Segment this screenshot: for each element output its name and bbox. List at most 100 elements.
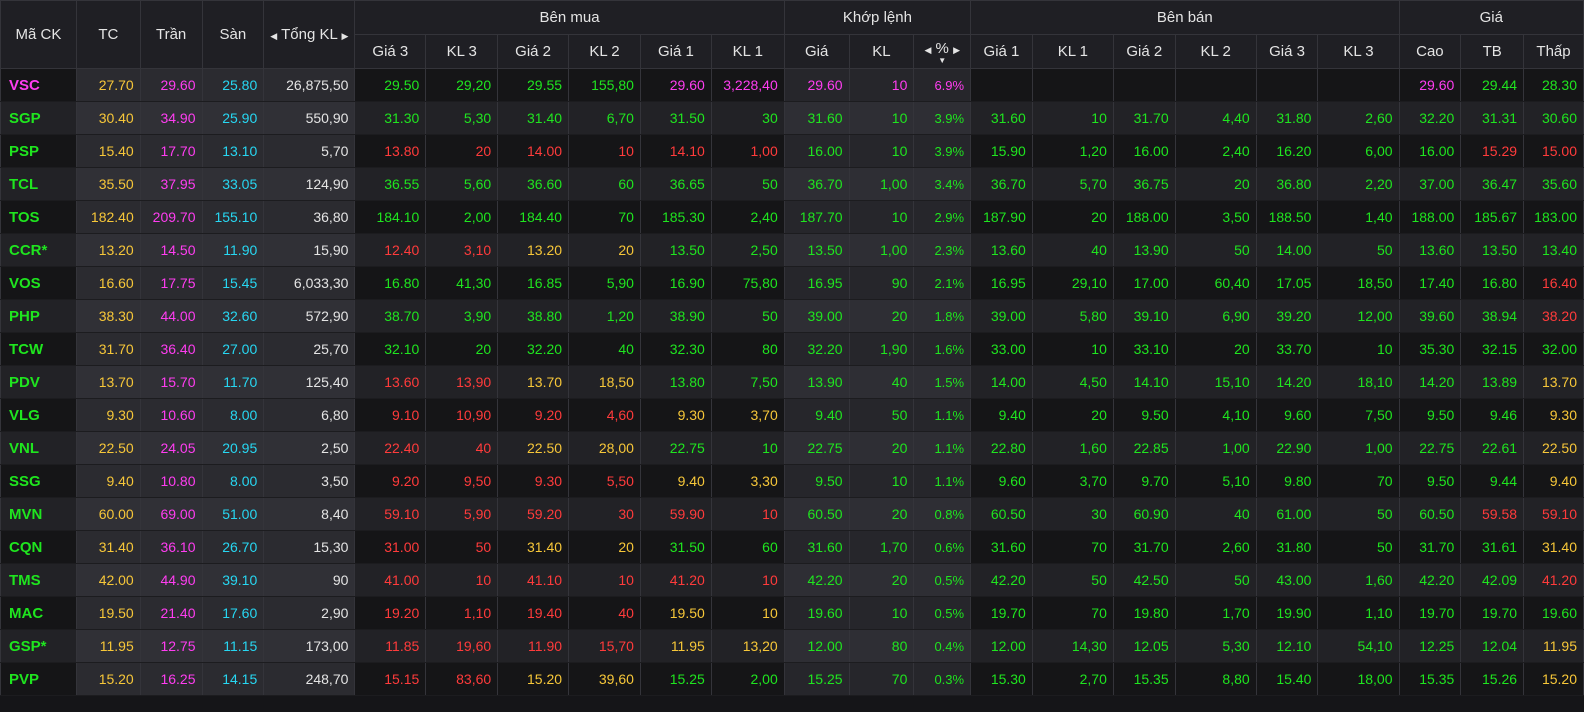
table-row[interactable]: CCR* 13.20 14.50 11.90 15,90 12.40 3,10 13.20 20… (0, 233, 1584, 267)
cell-buy-price2: 9.20 (497, 398, 570, 432)
price-board-table: Mã CK TC Trần Sàn ◀ Tổng KL ▶ Bên mua Kh… (0, 0, 1584, 696)
col-ceiling-header[interactable]: Trần (139, 0, 203, 69)
cell-symbol[interactable]: VOS (0, 266, 77, 300)
cell-ceiling: 12.75 (139, 629, 203, 663)
col-sell-vol3-header[interactable]: KL 3 (1317, 34, 1400, 69)
table-row[interactable]: PSP 15.40 17.70 13.10 5,70 13.80 20 14.00 10 14.1… (0, 134, 1584, 168)
table-row[interactable]: PDV 13.70 15.70 11.70 125,40 13.60 13,90 13.70 1… (0, 365, 1584, 399)
cell-buy-vol1: 2,40 (710, 200, 785, 234)
col-buy-price1-header[interactable]: Giá 1 (639, 34, 712, 69)
col-sell-price3-header[interactable]: Giá 3 (1255, 34, 1319, 69)
table-row[interactable]: PVP 15.20 16.25 14.15 248,70 15.15 83,60 15.20 3… (0, 662, 1584, 696)
col-floor-header[interactable]: Sàn (201, 0, 265, 69)
cell-match-vol: 1,70 (848, 530, 915, 564)
cell-symbol[interactable]: TCL (0, 167, 77, 201)
col-buy-vol3-header[interactable]: KL 3 (425, 34, 499, 69)
cell-avg: 12.04 (1460, 629, 1525, 663)
cell-symbol[interactable]: PHP (0, 299, 77, 333)
cell-symbol[interactable]: SSG (0, 464, 77, 498)
cell-buy-vol1: 30 (710, 101, 785, 135)
table-row[interactable]: VLG 9.30 10.60 8.00 6,80 9.10 10,90 9.20 4,60 9.3… (0, 398, 1584, 432)
cell-symbol[interactable]: CCR* (0, 233, 77, 267)
table-row[interactable]: TCW 31.70 36.40 27.00 25,70 32.10 20 32.20 40 32.… (0, 332, 1584, 366)
cell-sell-price2: 13.90 (1112, 233, 1176, 267)
col-match-pct-header[interactable]: ◀ % ▶ ▼ (913, 34, 972, 69)
col-sell-vol1-header[interactable]: KL 1 (1031, 34, 1114, 69)
col-match-price-header[interactable]: Giá (783, 34, 850, 69)
table-row[interactable]: TOS 182.40 209.70 155.10 36,80 184.10 2,00 184.… (0, 200, 1584, 234)
table-row[interactable]: MVN 60.00 69.00 51.00 8,40 59.10 5,90 59.20 30 59… (0, 497, 1584, 531)
cell-sell-price2: 17.00 (1112, 266, 1176, 300)
cell-sell-vol2: 5,30 (1174, 629, 1257, 663)
sort-desc-icon[interactable]: ▼ (914, 56, 970, 64)
col-total-volume-header[interactable]: ◀ Tổng KL ▶ (263, 0, 356, 69)
scroll-right-icon[interactable]: ▶ (341, 31, 348, 41)
cell-buy-price3: 36.55 (354, 167, 427, 201)
cell-buy-vol3: 50 (425, 530, 499, 564)
table-row[interactable]: PHP 38.30 44.00 32.60 572,90 38.70 3,90 38.80 1,… (0, 299, 1584, 333)
table-row[interactable]: VSC 27.70 29.60 25.80 26,875,50 29.50 29,20 29.… (0, 68, 1584, 102)
cell-symbol[interactable]: VNL (0, 431, 77, 465)
table-row[interactable]: TMS 42.00 44.90 39.10 90 41.00 10 41.10 10 41.20 1… (0, 563, 1584, 597)
cell-ceiling: 44.90 (139, 563, 203, 597)
cell-buy-price1: 59.90 (639, 497, 712, 531)
cell-symbol[interactable]: VSC (0, 68, 77, 102)
col-buy-vol2-header[interactable]: KL 2 (568, 34, 641, 69)
cell-buy-vol3: 3,90 (425, 299, 499, 333)
cell-symbol[interactable]: PSP (0, 134, 77, 168)
table-row[interactable]: VNL 22.50 24.05 20.95 2,50 22.40 40 22.50 28,00 2… (0, 431, 1584, 465)
table-row[interactable]: TCL 35.50 37.95 33.05 124,90 36.55 5,60 36.60 60… (0, 167, 1584, 201)
cell-symbol[interactable]: GSP* (0, 629, 77, 663)
col-sell-price2-header[interactable]: Giá 2 (1112, 34, 1176, 69)
cell-symbol[interactable]: TOS (0, 200, 77, 234)
cell-buy-price1: 31.50 (639, 101, 712, 135)
cell-sell-vol1: 10 (1031, 101, 1114, 135)
cell-low: 9.30 (1523, 398, 1584, 432)
cell-sell-vol1: 70 (1031, 596, 1114, 630)
col-symbol-header[interactable]: Mã CK (0, 0, 77, 69)
col-low-header[interactable]: Thấp (1523, 34, 1584, 69)
table-row[interactable]: CQN 31.40 36.10 26.70 15,30 31.00 50 31.40 20 31.… (0, 530, 1584, 564)
cell-symbol[interactable]: VLG (0, 398, 77, 432)
col-avg-header[interactable]: TB (1460, 34, 1525, 69)
cell-symbol[interactable]: MAC (0, 596, 77, 630)
cell-ref: 22.50 (75, 431, 141, 465)
cell-floor: 26.70 (201, 530, 265, 564)
scroll-left-icon[interactable]: ◀ (270, 31, 277, 41)
cell-total-volume: 125,40 (263, 365, 356, 399)
cell-sell-vol1: 5,70 (1031, 167, 1114, 201)
cell-symbol[interactable]: TMS (0, 563, 77, 597)
cell-buy-vol2: 20 (568, 233, 641, 267)
col-high-header[interactable]: Cao (1398, 34, 1462, 69)
cell-symbol[interactable]: CQN (0, 530, 77, 564)
table-row[interactable]: GSP* 11.95 12.75 11.15 173,00 11.85 19,60 11.90… (0, 629, 1584, 663)
col-sell-price1-header[interactable]: Giá 1 (970, 34, 1033, 69)
cell-symbol[interactable]: PDV (0, 365, 77, 399)
cell-total-volume: 572,90 (263, 299, 356, 333)
col-sell-vol2-header[interactable]: KL 2 (1174, 34, 1257, 69)
cell-avg: 19.70 (1460, 596, 1525, 630)
cell-low: 13.40 (1523, 233, 1584, 267)
table-row[interactable]: MAC 19.50 21.40 17.60 2,90 19.20 1,10 19.40 40 19… (0, 596, 1584, 630)
col-match-vol-header[interactable]: KL (848, 34, 915, 69)
cell-sell-price3: 14.00 (1255, 233, 1319, 267)
col-ref-header[interactable]: TC (75, 0, 141, 69)
col-buy-price2-header[interactable]: Giá 2 (497, 34, 570, 69)
cell-buy-price3: 13.60 (354, 365, 427, 399)
cell-buy-price3: 31.00 (354, 530, 427, 564)
cell-sell-price2: 60.90 (1112, 497, 1176, 531)
pct-prev-icon[interactable]: ◀ (924, 45, 931, 55)
cell-sell-vol1: 40 (1031, 233, 1114, 267)
cell-buy-price1: 38.90 (639, 299, 712, 333)
table-row[interactable]: SGP 30.40 34.90 25.90 550,90 31.30 5,30 31.40 6,… (0, 101, 1584, 135)
col-buy-price3-header[interactable]: Giá 3 (354, 34, 427, 69)
cell-match-price: 22.75 (783, 431, 850, 465)
pct-next-icon[interactable]: ▶ (953, 45, 960, 55)
cell-symbol[interactable]: MVN (0, 497, 77, 531)
cell-symbol[interactable]: PVP (0, 662, 77, 696)
col-buy-vol1-header[interactable]: KL 1 (710, 34, 785, 69)
table-row[interactable]: VOS 16.60 17.75 15.45 6,033,30 16.80 41,30 16.8… (0, 266, 1584, 300)
table-row[interactable]: SSG 9.40 10.80 8.00 3,50 9.20 9,50 9.30 5,50 9.40… (0, 464, 1584, 498)
cell-symbol[interactable]: TCW (0, 332, 77, 366)
cell-symbol[interactable]: SGP (0, 101, 77, 135)
